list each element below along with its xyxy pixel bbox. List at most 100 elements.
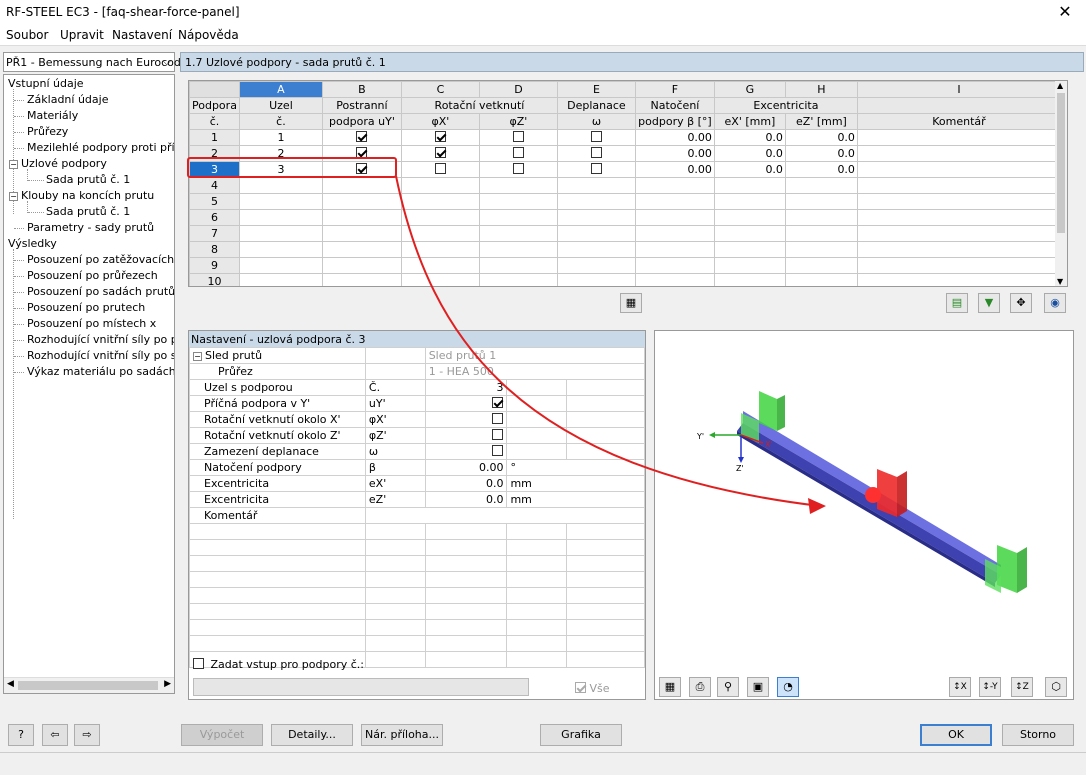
previous-icon[interactable]: ⇦	[42, 724, 68, 746]
menu-edit[interactable]: Upravit	[60, 28, 104, 42]
row-number[interactable]: 9	[189, 257, 240, 274]
tree-item-materials[interactable]: Materiály	[27, 109, 78, 122]
color-scheme-icon[interactable]: ▣	[747, 677, 769, 697]
checkbox-uy[interactable]	[356, 147, 368, 158]
col-header-a[interactable]: A	[238, 81, 323, 98]
table-row[interactable]: 7	[189, 225, 1061, 242]
collapse-icon[interactable]: −	[9, 192, 18, 201]
row-number[interactable]: 10	[189, 273, 240, 286]
row-number[interactable]: 6	[189, 209, 240, 226]
graphics-view[interactable]: Y' Z' X' ▦ ⎙ ⚲ ▣ ◔ ↕X ↕-Y ↕Z ⬡	[654, 330, 1074, 700]
graphics-button[interactable]: Grafika	[540, 724, 622, 746]
tree-result-members[interactable]: Posouzení po prutech	[27, 301, 145, 314]
tree-item-nodal-supports[interactable]: − Uzlové podpory	[9, 157, 107, 170]
tree-result-material-list[interactable]: Výkaz materiálu po sadách prutů	[27, 365, 174, 378]
show-model-icon[interactable]: ◔	[777, 677, 799, 697]
setting-rotation-input[interactable]: 0.00	[424, 459, 508, 476]
tree-result-locations[interactable]: Posouzení po místech x	[27, 317, 156, 330]
all-checkbox[interactable]	[575, 682, 586, 693]
tree-item-intermediate-supports[interactable]: Mezilehlé podpory proti příčném	[27, 141, 174, 154]
all-option[interactable]: Vše	[575, 682, 610, 695]
menu-file[interactable]: Soubor	[6, 28, 48, 42]
col-header-i[interactable]: I	[856, 81, 1061, 98]
row-number[interactable]: 8	[189, 241, 240, 258]
cell-beta[interactable]: 0.00	[634, 145, 715, 162]
table-row[interactable]: 9	[189, 257, 1061, 274]
tree-result-load-cases[interactable]: Posouzení po zatěžovacích stav	[27, 253, 174, 266]
table-row[interactable]: 4	[189, 177, 1061, 194]
close-icon[interactable]: ✕	[1050, 2, 1080, 22]
isometric-icon[interactable]: ⬡	[1045, 677, 1067, 697]
row-number[interactable]: 7	[189, 225, 240, 242]
checkbox-uy[interactable]	[356, 131, 368, 142]
checkbox-phix[interactable]	[434, 147, 446, 158]
setting-phiz-checkbox[interactable]	[492, 429, 504, 440]
checkbox-phiz[interactable]	[512, 131, 524, 142]
row-number[interactable]: 3	[189, 161, 240, 178]
details-button[interactable]: Detaily...	[271, 724, 353, 746]
menu-help[interactable]: Nápověda	[178, 28, 239, 42]
checkbox-phix[interactable]	[434, 163, 446, 174]
tree-item-parameters[interactable]: Parametry - sady prutů	[27, 221, 154, 234]
col-header-h[interactable]: H	[784, 81, 858, 98]
table-row[interactable]: 6	[189, 209, 1061, 226]
table-row-selected[interactable]: 3 3 0.00 0.0 0.0	[189, 161, 1061, 178]
checkbox-omega[interactable]	[590, 147, 602, 158]
menu-settings[interactable]: Nastavení	[112, 28, 172, 42]
row-number[interactable]: 5	[189, 193, 240, 210]
ok-button[interactable]: OK	[920, 724, 992, 746]
print-icon[interactable]: ⎙	[689, 677, 711, 697]
setting-node-input[interactable]: 3	[424, 379, 508, 396]
horizontal-scrollbar[interactable]: ◀ ▶	[4, 677, 174, 693]
module-select[interactable]: PŘ1 - Bemessung nach Eurocod ⌵	[3, 52, 181, 72]
cell-node[interactable]: 3	[238, 161, 323, 178]
setting-uy-checkbox[interactable]	[492, 397, 504, 408]
cancel-button[interactable]: Storno	[1002, 724, 1074, 746]
table-row[interactable]: 1 1 0.00 0.0 0.0	[189, 129, 1061, 146]
row-number[interactable]: 1	[189, 129, 240, 146]
tree-item-basic-data[interactable]: Základní údaje	[27, 93, 108, 106]
col-header-d[interactable]: D	[478, 81, 558, 98]
cell-ex[interactable]: 0.0	[713, 129, 786, 146]
col-header-b[interactable]: B	[321, 81, 402, 98]
col-header-e[interactable]: E	[556, 81, 636, 98]
table-row[interactable]: 10	[189, 273, 1061, 286]
collapse-icon[interactable]: −	[193, 352, 202, 361]
excel-export-icon[interactable]: ▤	[946, 293, 968, 313]
tree-item-nodal-supports-set[interactable]: Sada prutů č. 1	[46, 173, 130, 186]
tree-item-sections[interactable]: Průřezy	[27, 125, 68, 138]
calculate-button[interactable]: Výpočet	[181, 724, 263, 746]
tree-item-hinges[interactable]: − Klouby na koncích prutu	[9, 189, 154, 202]
tree-result-sections[interactable]: Posouzení po průřezech	[27, 269, 158, 282]
view-y-icon[interactable]: ↕-Y	[979, 677, 1001, 697]
checkbox-omega[interactable]	[590, 163, 602, 174]
table-row[interactable]: 2 2 0.00 0.0 0.0	[189, 145, 1061, 162]
collapse-icon[interactable]: −	[9, 160, 18, 169]
setting-warping-checkbox[interactable]	[492, 445, 504, 456]
cell-ez[interactable]: 0.0	[784, 145, 858, 162]
tree-results-root[interactable]: Výsledky	[8, 237, 57, 250]
table-row[interactable]: 5	[189, 193, 1061, 210]
tree-result-forces-members[interactable]: Rozhodující vnitřní síly po prute	[27, 333, 174, 346]
setting-comment-input[interactable]	[364, 507, 646, 524]
cell-ez[interactable]: 0.0	[784, 129, 858, 146]
cell-comment[interactable]	[856, 161, 1061, 178]
cell-beta[interactable]: 0.00	[634, 161, 715, 178]
checkbox-phiz[interactable]	[512, 163, 524, 174]
setting-ez-input[interactable]: 0.0	[424, 491, 508, 508]
excel-import-icon[interactable]: ▼	[978, 293, 1000, 313]
vertical-scrollbar[interactable]: ▲ ▼	[1055, 81, 1067, 286]
checkbox-uy[interactable]	[356, 163, 368, 174]
tree-result-forces-sets[interactable]: Rozhodující vnitřní síly po sadác	[27, 349, 174, 362]
cell-ez[interactable]: 0.0	[784, 161, 858, 178]
member-set-label[interactable]: − Sled prutů	[189, 347, 366, 364]
enter-for-supports[interactable]: Zadat vstup pro podpory č.:	[193, 658, 364, 671]
table-row[interactable]: 8	[189, 241, 1061, 258]
checkbox-phix[interactable]	[434, 131, 446, 142]
tree-input-root[interactable]: Vstupní údaje	[8, 77, 84, 90]
cell-node[interactable]: 1	[238, 129, 323, 146]
cell-beta[interactable]: 0.00	[634, 129, 715, 146]
view-icon[interactable]: ◉	[1044, 293, 1066, 313]
tree-result-member-sets[interactable]: Posouzení po sadách prutů	[27, 285, 174, 298]
next-icon[interactable]: ⇨	[74, 724, 100, 746]
